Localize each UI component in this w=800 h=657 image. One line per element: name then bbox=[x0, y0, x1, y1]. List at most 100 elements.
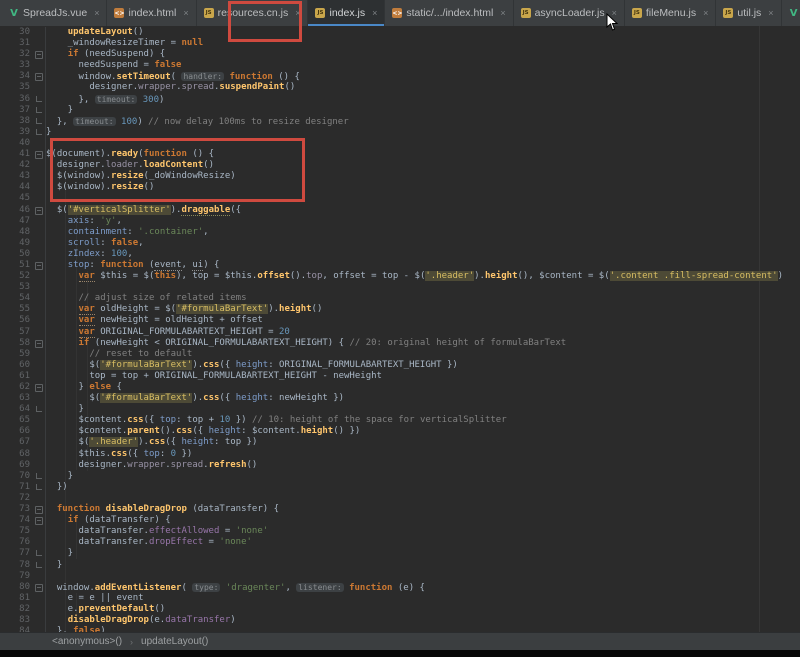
tab-bar: VSpreadJs.vue×<>index.html×JSresources.c… bbox=[0, 0, 800, 27]
code-text[interactable]: updateLayout() bbox=[46, 27, 144, 38]
code-text[interactable]: $(document).ready(function () { bbox=[46, 149, 214, 160]
code-text[interactable]: window.addEventListener( type: 'dragente… bbox=[46, 582, 425, 593]
fold-end-icon[interactable] bbox=[36, 473, 42, 479]
code-text[interactable]: e = e || event bbox=[46, 593, 144, 604]
fold-collapse-icon[interactable] bbox=[35, 262, 43, 270]
fold-end-icon[interactable] bbox=[36, 129, 42, 135]
code-text[interactable]: disableDragDrop(e.dataTransfer) bbox=[46, 615, 236, 626]
breadcrumb-item[interactable]: updateLayout() bbox=[141, 636, 208, 647]
html-file-icon: <> bbox=[114, 8, 124, 18]
fold-end-icon[interactable] bbox=[36, 562, 42, 568]
code-text[interactable]: containment: '.container', bbox=[46, 227, 209, 238]
code-text[interactable]: } bbox=[46, 548, 73, 559]
code-text[interactable]: // adjust size of related items bbox=[46, 293, 247, 304]
code-text[interactable]: dataTransfer.dropEffect = 'none' bbox=[46, 537, 252, 548]
code-text[interactable]: var newHeight = oldHeight + offset bbox=[46, 315, 263, 326]
line-number: 79 bbox=[0, 571, 34, 582]
tab-label: util.js bbox=[737, 7, 761, 19]
code-text[interactable]: var oldHeight = $('#formulaBarText').hei… bbox=[46, 304, 322, 315]
code-text[interactable]: zIndex: 100, bbox=[46, 249, 133, 260]
code-text[interactable]: $this.css({ top: 0 }) bbox=[46, 449, 192, 460]
code-text[interactable]: $('#verticalSplitter').draggable({ bbox=[46, 205, 241, 216]
code-text[interactable]: top = top + ORIGINAL_FORMULABARTEXT_HEIG… bbox=[46, 371, 382, 382]
tab-close-icon[interactable]: × bbox=[768, 8, 773, 18]
fold-collapse-icon[interactable] bbox=[35, 73, 43, 81]
code-text[interactable]: $('#formulaBarText').css({ height: ORIGI… bbox=[46, 360, 458, 371]
fold-end-icon[interactable] bbox=[36, 484, 42, 490]
code-text[interactable]: axis: 'y', bbox=[46, 216, 122, 227]
code-text[interactable]: function disableDragDrop (dataTransfer) … bbox=[46, 504, 279, 515]
code-text[interactable]: $('#formulaBarText').css({ height: newHe… bbox=[46, 393, 344, 404]
tab-close-icon[interactable]: × bbox=[295, 8, 300, 18]
fold-collapse-icon[interactable] bbox=[35, 584, 43, 592]
code-editor[interactable]: 30 updateLayout()31 _windowResizeTimer =… bbox=[0, 26, 800, 632]
code-text[interactable]: } bbox=[46, 471, 73, 482]
fold-end-icon[interactable] bbox=[36, 550, 42, 556]
code-text[interactable]: var $this = $(this), top = $this.offset(… bbox=[46, 271, 783, 282]
code-text[interactable]: designer.loader.loadContent() bbox=[46, 160, 214, 171]
code-text[interactable]: } else { bbox=[46, 382, 122, 393]
tab-close-icon[interactable]: × bbox=[94, 8, 99, 18]
tab-close-icon[interactable]: × bbox=[703, 8, 708, 18]
code-text[interactable]: if (needSuspend) { bbox=[46, 49, 165, 60]
code-line: 30 updateLayout() bbox=[0, 27, 800, 38]
fold-collapse-icon[interactable] bbox=[35, 384, 43, 392]
code-line: 64 } bbox=[0, 404, 800, 415]
fold-collapse-icon[interactable] bbox=[35, 51, 43, 59]
fold-gutter bbox=[34, 249, 46, 260]
code-text[interactable]: $('.header').css({ height: top }) bbox=[46, 437, 257, 448]
code-text[interactable]: designer.wrapper.spread.refresh() bbox=[46, 460, 257, 471]
tab-index.js[interactable]: JSindex.js× bbox=[308, 0, 385, 26]
tab-SpreadJs.vue[interactable]: VSpreadJs.vue× bbox=[2, 0, 107, 26]
tab-index.html[interactable]: <>index.html× bbox=[107, 0, 196, 26]
tab-resources.cn.js[interactable]: JSresources.cn.js× bbox=[197, 0, 309, 26]
line-number: 31 bbox=[0, 38, 34, 49]
tab-static/.../index.html[interactable]: <>static/.../index.html× bbox=[385, 0, 513, 26]
line-number: 58 bbox=[0, 338, 34, 349]
fold-collapse-icon[interactable] bbox=[35, 340, 43, 348]
line-number: 32 bbox=[0, 49, 34, 60]
tab-util.js[interactable]: JSutil.js× bbox=[716, 0, 781, 26]
code-line: 42 designer.loader.loadContent() bbox=[0, 160, 800, 171]
code-text[interactable]: _windowResizeTimer = null bbox=[46, 38, 203, 49]
fold-collapse-icon[interactable] bbox=[35, 517, 43, 525]
code-lines: 30 updateLayout()31 _windowResizeTimer =… bbox=[0, 26, 800, 632]
code-text[interactable]: e.preventDefault() bbox=[46, 604, 165, 615]
code-text[interactable]: window.setTimeout( handler: function () … bbox=[46, 71, 300, 82]
code-text[interactable]: } bbox=[46, 404, 84, 415]
tab-App.vue[interactable]: VApp.vue× bbox=[782, 0, 800, 26]
code-text[interactable]: dataTransfer.effectAllowed = 'none' bbox=[46, 526, 268, 537]
code-text[interactable]: if (newHeight < ORIGINAL_FORMULABARTEXT_… bbox=[46, 338, 566, 349]
code-text[interactable]: if (dataTransfer) { bbox=[46, 515, 171, 526]
fold-end-icon[interactable] bbox=[36, 107, 42, 113]
code-text[interactable]: }, timeout: 100) // now delay 100ms to r… bbox=[46, 116, 349, 127]
breadcrumb-item[interactable]: <anonymous>() bbox=[52, 636, 122, 647]
fold-collapse-icon[interactable] bbox=[35, 506, 43, 514]
code-text[interactable]: } bbox=[46, 127, 51, 138]
code-text[interactable]: $(window).resize() bbox=[46, 182, 154, 193]
fold-end-icon[interactable] bbox=[36, 96, 42, 102]
fold-collapse-icon[interactable] bbox=[35, 207, 43, 215]
tab-fileMenu.js[interactable]: JSfileMenu.js× bbox=[625, 0, 716, 26]
code-text[interactable]: designer.wrapper.spread.suspendPaint() bbox=[46, 82, 295, 93]
html-file-icon: <> bbox=[392, 8, 402, 18]
code-text[interactable]: var ORIGINAL_FORMULABARTEXT_HEIGHT = 20 bbox=[46, 327, 290, 338]
tab-close-icon[interactable]: × bbox=[500, 8, 505, 18]
code-text[interactable]: }, timeout: 300) bbox=[46, 94, 164, 105]
code-text[interactable]: }) bbox=[46, 482, 68, 493]
tab-close-icon[interactable]: × bbox=[183, 8, 188, 18]
code-text[interactable]: $content.parent().css({ height: $content… bbox=[46, 426, 360, 437]
code-text[interactable]: $(window).resize(_doWindowResize) bbox=[46, 171, 236, 182]
fold-end-icon[interactable] bbox=[36, 118, 42, 124]
code-text[interactable]: } bbox=[46, 560, 62, 571]
code-text[interactable]: $content.css({ top: top + 10 }) // 10: h… bbox=[46, 415, 507, 426]
code-text[interactable]: } bbox=[46, 105, 73, 116]
tab-close-icon[interactable]: × bbox=[372, 8, 377, 18]
code-text[interactable]: needSuspend = false bbox=[46, 60, 181, 71]
code-text[interactable]: // reset to default bbox=[46, 349, 192, 360]
fold-end-icon[interactable] bbox=[36, 406, 42, 412]
fold-gutter bbox=[34, 38, 46, 49]
fold-collapse-icon[interactable] bbox=[35, 151, 43, 159]
code-text[interactable]: stop: function (event, ui) { bbox=[46, 260, 219, 271]
code-text[interactable]: scroll: false, bbox=[46, 238, 144, 249]
